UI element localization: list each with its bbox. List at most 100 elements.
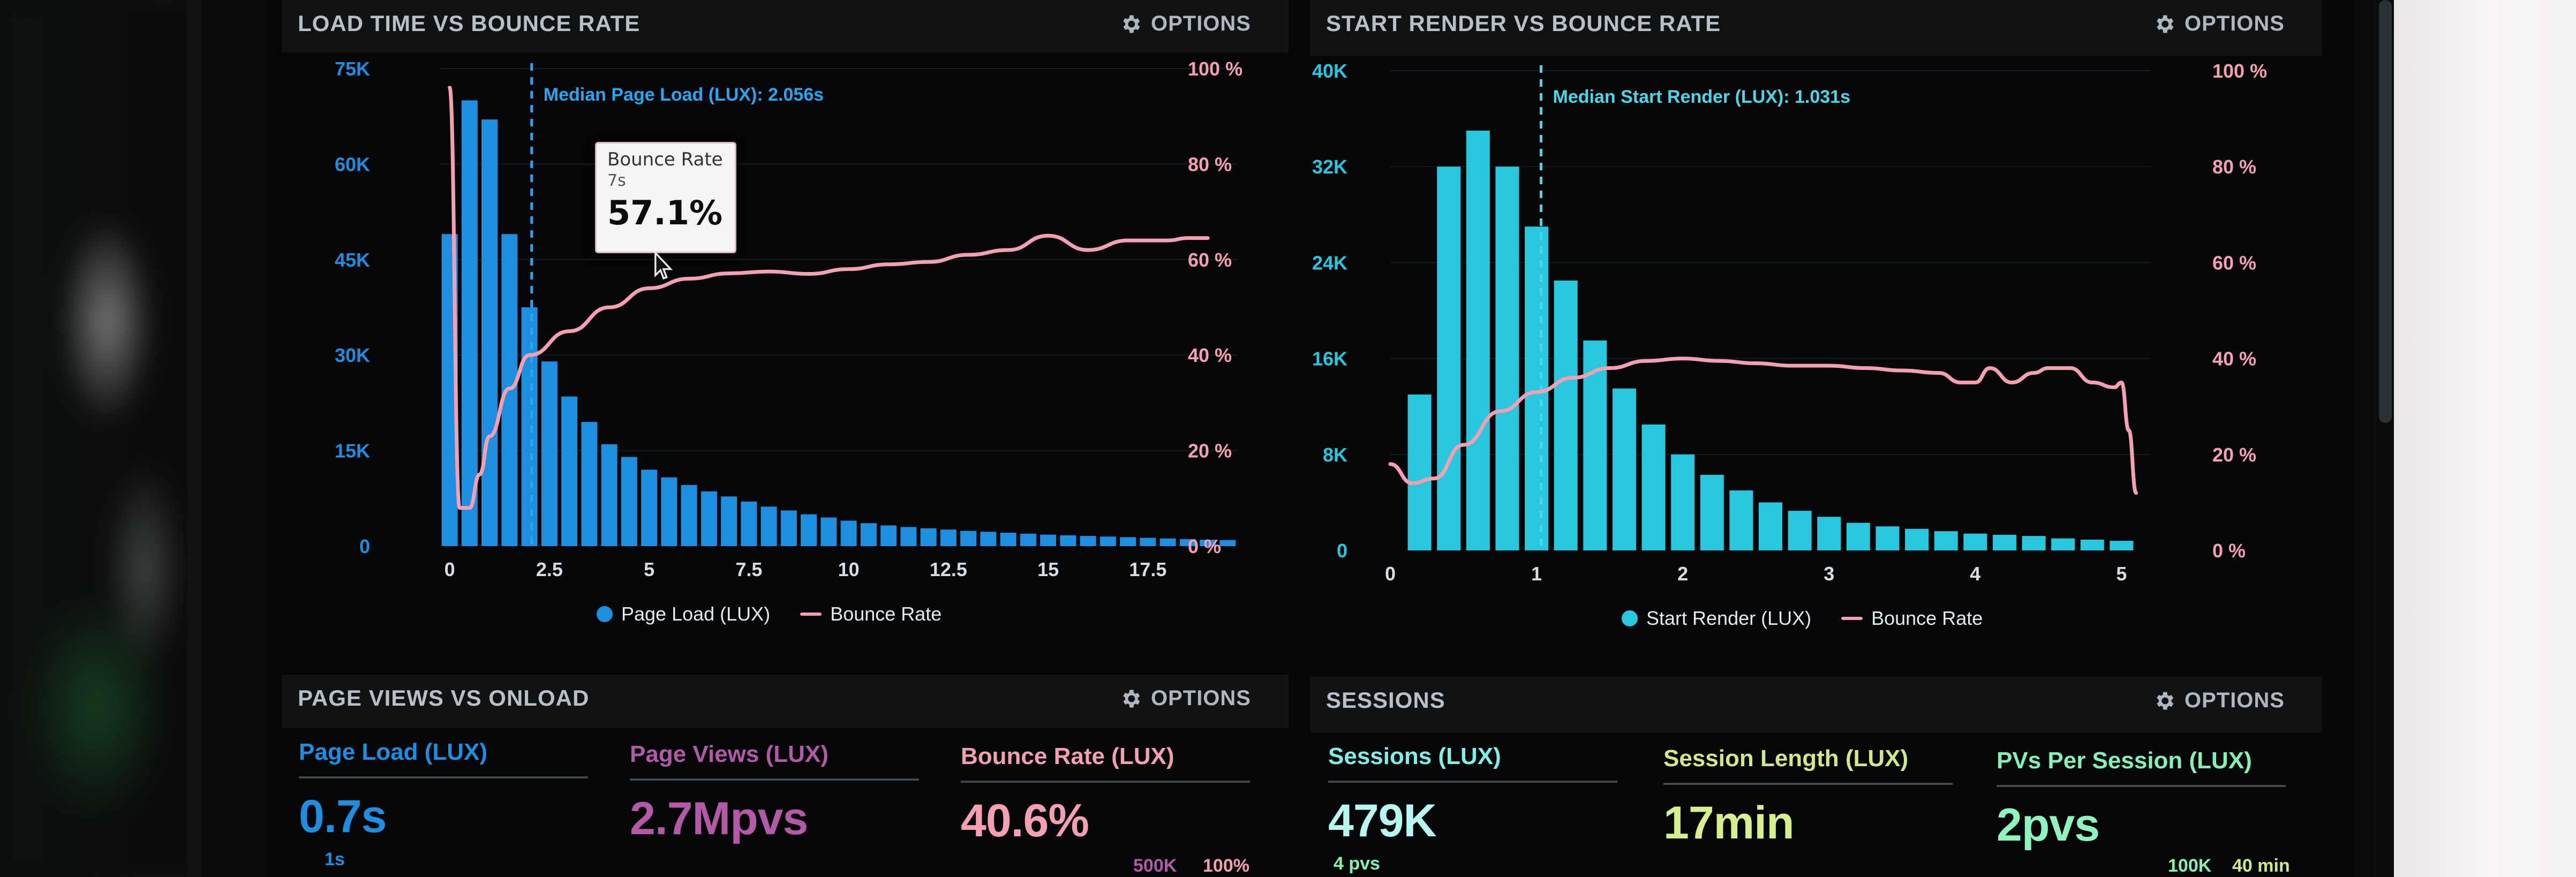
histogram-bar bbox=[1040, 534, 1057, 546]
y-axis-right-tick: 60 % bbox=[1188, 249, 1232, 271]
histogram-bar bbox=[2080, 539, 2104, 550]
panel-header: PAGE VIEWS VS ONLOAD OPTIONS bbox=[282, 675, 1289, 728]
panel-header: SESSIONS OPTIONS bbox=[1310, 677, 2322, 732]
histogram-bar bbox=[840, 520, 857, 546]
metric-value: 0.7s bbox=[299, 791, 387, 842]
legend-label: Bounce Rate bbox=[830, 603, 942, 625]
metric-label: Page Load (LUX) bbox=[299, 739, 488, 765]
x-axis-tick: 17.5 bbox=[1129, 558, 1166, 580]
legend-item-bounce-rate[interactable]: Bounce Rate bbox=[1841, 607, 1983, 630]
histogram-bar bbox=[681, 485, 697, 546]
x-axis-tick: 0 bbox=[1385, 563, 1396, 585]
legend-line-swatch bbox=[800, 613, 822, 616]
x-axis-tick: 5 bbox=[644, 558, 654, 580]
histogram-bar bbox=[641, 470, 658, 546]
histogram-bar bbox=[880, 525, 897, 546]
page-views-vs-onload-panel: PAGE VIEWS VS ONLOAD OPTIONS Page Load (… bbox=[282, 675, 1289, 877]
start-render-vs-bounce-rate-panel: START RENDER VS BOUNCE RATE OPTIONS Medi… bbox=[1310, 0, 2322, 653]
y-axis-right-tick: 80 % bbox=[1188, 153, 1232, 175]
legend-label: Start Render (LUX) bbox=[1646, 607, 1812, 629]
histogram-bar bbox=[1963, 533, 1987, 550]
metric-value: 17min bbox=[1663, 797, 1795, 849]
y-axis-right-tick: 40 % bbox=[2212, 348, 2256, 370]
histogram-bar bbox=[721, 496, 737, 546]
legend-item-page-load[interactable]: Page Load (LUX) bbox=[597, 603, 770, 625]
metric-divider bbox=[961, 781, 1250, 783]
histogram-bar bbox=[1729, 490, 1753, 550]
histogram-bar bbox=[1437, 167, 1461, 550]
scrollbar-thumb[interactable] bbox=[2379, 0, 2392, 423]
median-label: Median Start Render (LUX): 1.031s bbox=[1553, 87, 1850, 107]
x-axis-tick: 12.5 bbox=[930, 558, 967, 580]
y-axis-right-tick: 0 % bbox=[1188, 535, 1221, 557]
histogram-bar bbox=[1788, 511, 1812, 550]
sub-axis-label: 100% bbox=[1203, 856, 1249, 876]
y-axis-left-tick: 32K bbox=[1312, 156, 1347, 178]
y-axis-right-tick: 20 % bbox=[1188, 440, 1232, 462]
metric-label: Sessions (LUX) bbox=[1328, 743, 1501, 769]
photo-scene: LOAD TIME VS BOUNCE RATE OPTIONS Median … bbox=[0, 0, 2576, 877]
median-label: Median Page Load (LUX): 2.056s bbox=[544, 85, 824, 105]
metric-value: 40.6% bbox=[961, 795, 1089, 846]
histogram-bar bbox=[760, 506, 777, 546]
metric-label: Session Length (LUX) bbox=[1663, 745, 1909, 772]
histogram-bar bbox=[1495, 167, 1519, 550]
histogram-bar bbox=[1671, 454, 1695, 550]
histogram-bar bbox=[1554, 281, 1578, 550]
histogram-bar bbox=[701, 491, 717, 546]
histogram-bar bbox=[2022, 536, 2046, 550]
histogram-bar bbox=[661, 477, 677, 546]
x-axis-tick: 7.5 bbox=[735, 558, 762, 580]
metric-label: PVs Per Session (LUX) bbox=[1997, 747, 2252, 774]
x-axis-tick: 0 bbox=[445, 558, 455, 580]
histogram-bar bbox=[1992, 534, 2016, 550]
x-axis-tick: 1 bbox=[1531, 563, 1542, 585]
histogram-bar bbox=[1099, 536, 1116, 546]
metric-value: 2.7Mpvs bbox=[630, 793, 808, 844]
histogram-bar bbox=[860, 523, 877, 546]
histogram-bar bbox=[541, 361, 558, 546]
histogram-bar bbox=[1466, 131, 1490, 550]
legend-dot bbox=[597, 606, 613, 622]
legend-item-start-render[interactable]: Start Render (LUX) bbox=[1622, 607, 1811, 630]
x-axis-tick: 2.5 bbox=[536, 558, 563, 580]
y-axis-left-tick: 8K bbox=[1323, 444, 1347, 466]
chart-legend: Start Render (LUX) Bounce Rate bbox=[1622, 607, 1983, 630]
histogram-bar bbox=[1020, 533, 1036, 546]
tooltip-label: Bounce Rate bbox=[607, 149, 723, 170]
histogram-bar bbox=[521, 307, 538, 546]
metric-session-length: Session Length (LUX) 17min bbox=[1663, 745, 1953, 850]
sub-axis-label: 1s bbox=[325, 849, 345, 870]
chart-legend: Page Load (LUX) Bounce Rate bbox=[597, 603, 941, 625]
y-axis-left-tick: 40K bbox=[1312, 60, 1347, 82]
histogram-bar bbox=[2110, 541, 2134, 550]
sub-axis-label: 4 pvs bbox=[1334, 853, 1380, 874]
y-axis-right-tick: 0 % bbox=[2212, 540, 2246, 562]
x-axis-tick: 10 bbox=[838, 558, 860, 580]
y-axis-left-tick: 75K bbox=[335, 58, 370, 80]
y-axis-left-tick: 60K bbox=[335, 153, 370, 175]
bounce-rate-tooltip: Bounce Rate 7s 57.1% bbox=[595, 142, 736, 253]
histogram-bar bbox=[1846, 523, 1870, 550]
options-button[interactable]: OPTIONS bbox=[1119, 686, 1251, 710]
legend-item-bounce-rate[interactable]: Bounce Rate bbox=[800, 603, 941, 625]
histogram-bar bbox=[940, 530, 956, 546]
metric-divider bbox=[1328, 781, 1617, 783]
x-axis-tick: 5 bbox=[2116, 563, 2127, 585]
x-axis-tick: 2 bbox=[1677, 563, 1688, 585]
metric-value: 479K bbox=[1328, 795, 1437, 846]
y-axis-right-tick: 40 % bbox=[1188, 344, 1232, 366]
options-label: OPTIONS bbox=[2184, 689, 2285, 712]
histogram-bar bbox=[960, 531, 977, 546]
histogram-bar bbox=[581, 422, 598, 546]
histogram-bar bbox=[820, 517, 837, 546]
gear-icon bbox=[1123, 690, 1140, 707]
blurred-plant-foreground bbox=[0, 0, 204, 877]
metric-divider bbox=[1663, 783, 1953, 785]
histogram-bar bbox=[801, 514, 817, 546]
options-button[interactable]: OPTIONS bbox=[2152, 689, 2285, 713]
tooltip-value: 57.1% bbox=[607, 193, 723, 232]
histogram-bar bbox=[1905, 528, 1929, 550]
histogram-bar bbox=[621, 457, 637, 546]
load-time-vs-bounce-rate-panel: LOAD TIME VS BOUNCE RATE OPTIONS Median … bbox=[282, 0, 1289, 653]
